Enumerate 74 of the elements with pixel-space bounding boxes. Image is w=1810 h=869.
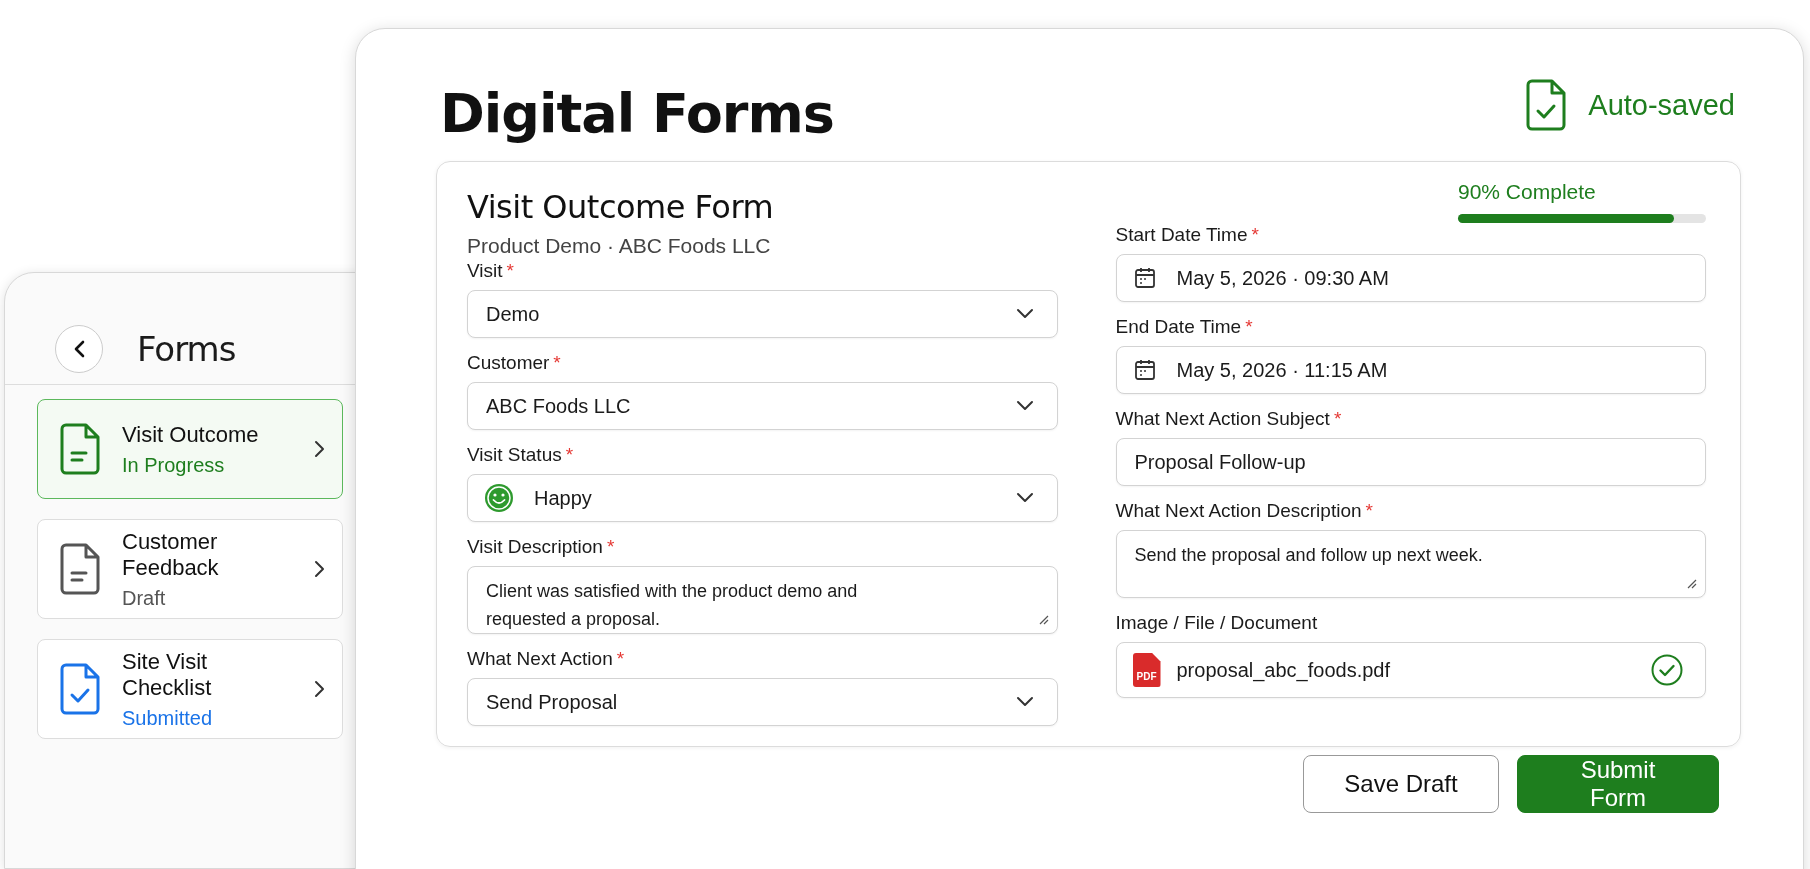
panel-title: Forms xyxy=(137,328,236,369)
required-mark: * xyxy=(1365,500,1373,522)
field-label: Visit Description xyxy=(467,536,603,558)
form-title: Visit Outcome Form xyxy=(467,188,774,226)
resize-handle-icon xyxy=(1687,579,1697,589)
field-value: Client was satisfied with the product demo and requested a proposal. xyxy=(485,580,859,631)
form-list-item[interactable]: Visit Outcome In Progress xyxy=(37,399,343,499)
submit-button[interactable]: Submit Form xyxy=(1517,755,1719,813)
form-status: Submitted xyxy=(122,706,214,730)
field-label: Image / File / Document xyxy=(1115,612,1318,634)
chevron-down-icon xyxy=(1014,492,1035,504)
document-icon xyxy=(60,423,100,475)
document-check-icon xyxy=(1526,79,1567,131)
form-name: Visit Outcome xyxy=(122,421,260,448)
required-mark: * xyxy=(565,444,574,466)
field-value: Send the proposal and follow up next week. xyxy=(1133,544,1483,567)
dropdown-field[interactable]: Happy xyxy=(467,474,1058,522)
field-label: Visit Status xyxy=(467,444,562,466)
form-status: Draft xyxy=(122,586,167,610)
pdf-file-icon: PDF xyxy=(1132,653,1161,687)
progress-label: 90% Complete xyxy=(1458,180,1597,204)
form-status: In Progress xyxy=(122,453,226,477)
required-mark: * xyxy=(616,648,625,670)
autosave-status: Auto-saved xyxy=(1588,88,1735,122)
required-mark: * xyxy=(506,260,514,282)
field-value: May 5, 2026 · 09:30 AM xyxy=(1175,266,1390,290)
field-label: Visit xyxy=(467,260,503,282)
field-value: ABC Foods LLC xyxy=(485,394,632,418)
date-time-field[interactable]: May 5, 2026 · 11:15 AM xyxy=(1115,346,1706,394)
chevron-right-icon xyxy=(314,439,326,459)
back-button[interactable] xyxy=(55,324,103,373)
field-value: May 5, 2026 · 11:15 AM xyxy=(1175,358,1389,382)
field-label: What Next Action xyxy=(467,648,613,670)
field-label: What Next Action Subject xyxy=(1115,408,1330,430)
resize-handle-icon xyxy=(1038,615,1049,625)
form-name: Site Visit Checklist xyxy=(122,648,213,701)
form-subtitle: Product Demo · ABC Foods LLC xyxy=(467,234,772,258)
page-title: Digital Forms xyxy=(440,81,834,145)
date-time-field[interactable]: May 5, 2026 · 09:30 AM xyxy=(1115,254,1706,302)
text-field[interactable]: Proposal Follow-up xyxy=(1115,438,1706,486)
field-value: Happy xyxy=(533,486,593,510)
document-check-icon xyxy=(60,663,100,715)
save-draft-button[interactable]: Save Draft xyxy=(1303,755,1499,813)
form-name: Customer Feedback xyxy=(122,528,220,581)
calendar-icon xyxy=(1132,266,1157,290)
field-value: Proposal Follow-up xyxy=(1133,450,1307,474)
required-mark: * xyxy=(606,536,615,558)
field-label: End Date Time xyxy=(1115,316,1242,338)
chevron-down-icon xyxy=(1014,400,1035,412)
field-label: What Next Action Description xyxy=(1115,500,1362,522)
form-list-item[interactable]: Customer Feedback Draft xyxy=(37,519,343,619)
chevron-right-icon xyxy=(314,679,326,699)
chevron-down-icon xyxy=(1014,308,1035,320)
dropdown-field[interactable]: ABC Foods LLC xyxy=(467,382,1058,430)
text-area[interactable]: Send the proposal and follow up next week. xyxy=(1115,530,1706,598)
chevron-down-icon xyxy=(1014,696,1035,708)
form-list-item[interactable]: Site Visit Checklist Submitted xyxy=(37,639,343,739)
dropdown-field[interactable]: Demo xyxy=(467,290,1058,338)
calendar-icon xyxy=(1132,358,1157,382)
required-mark: * xyxy=(1245,316,1253,338)
required-mark: * xyxy=(1251,224,1259,246)
smiley-icon xyxy=(484,483,514,513)
field-value: Send Proposal xyxy=(485,690,619,714)
required-mark: * xyxy=(553,352,561,374)
text-area[interactable]: Client was satisfied with the product demo and requested a proposal. xyxy=(467,566,1058,634)
chevron-right-icon xyxy=(314,559,326,579)
document-icon xyxy=(60,543,100,595)
field-label: Start Date Time xyxy=(1115,224,1248,246)
file-name: proposal_abc_foods.pdf xyxy=(1175,658,1391,682)
dropdown-field[interactable]: Send Proposal xyxy=(467,678,1058,726)
file-upload-field[interactable]: PDF proposal_abc_foods.pdf xyxy=(1115,642,1706,698)
field-value: Demo xyxy=(485,302,541,326)
required-mark: * xyxy=(1333,408,1342,430)
field-label: Customer xyxy=(467,352,550,374)
